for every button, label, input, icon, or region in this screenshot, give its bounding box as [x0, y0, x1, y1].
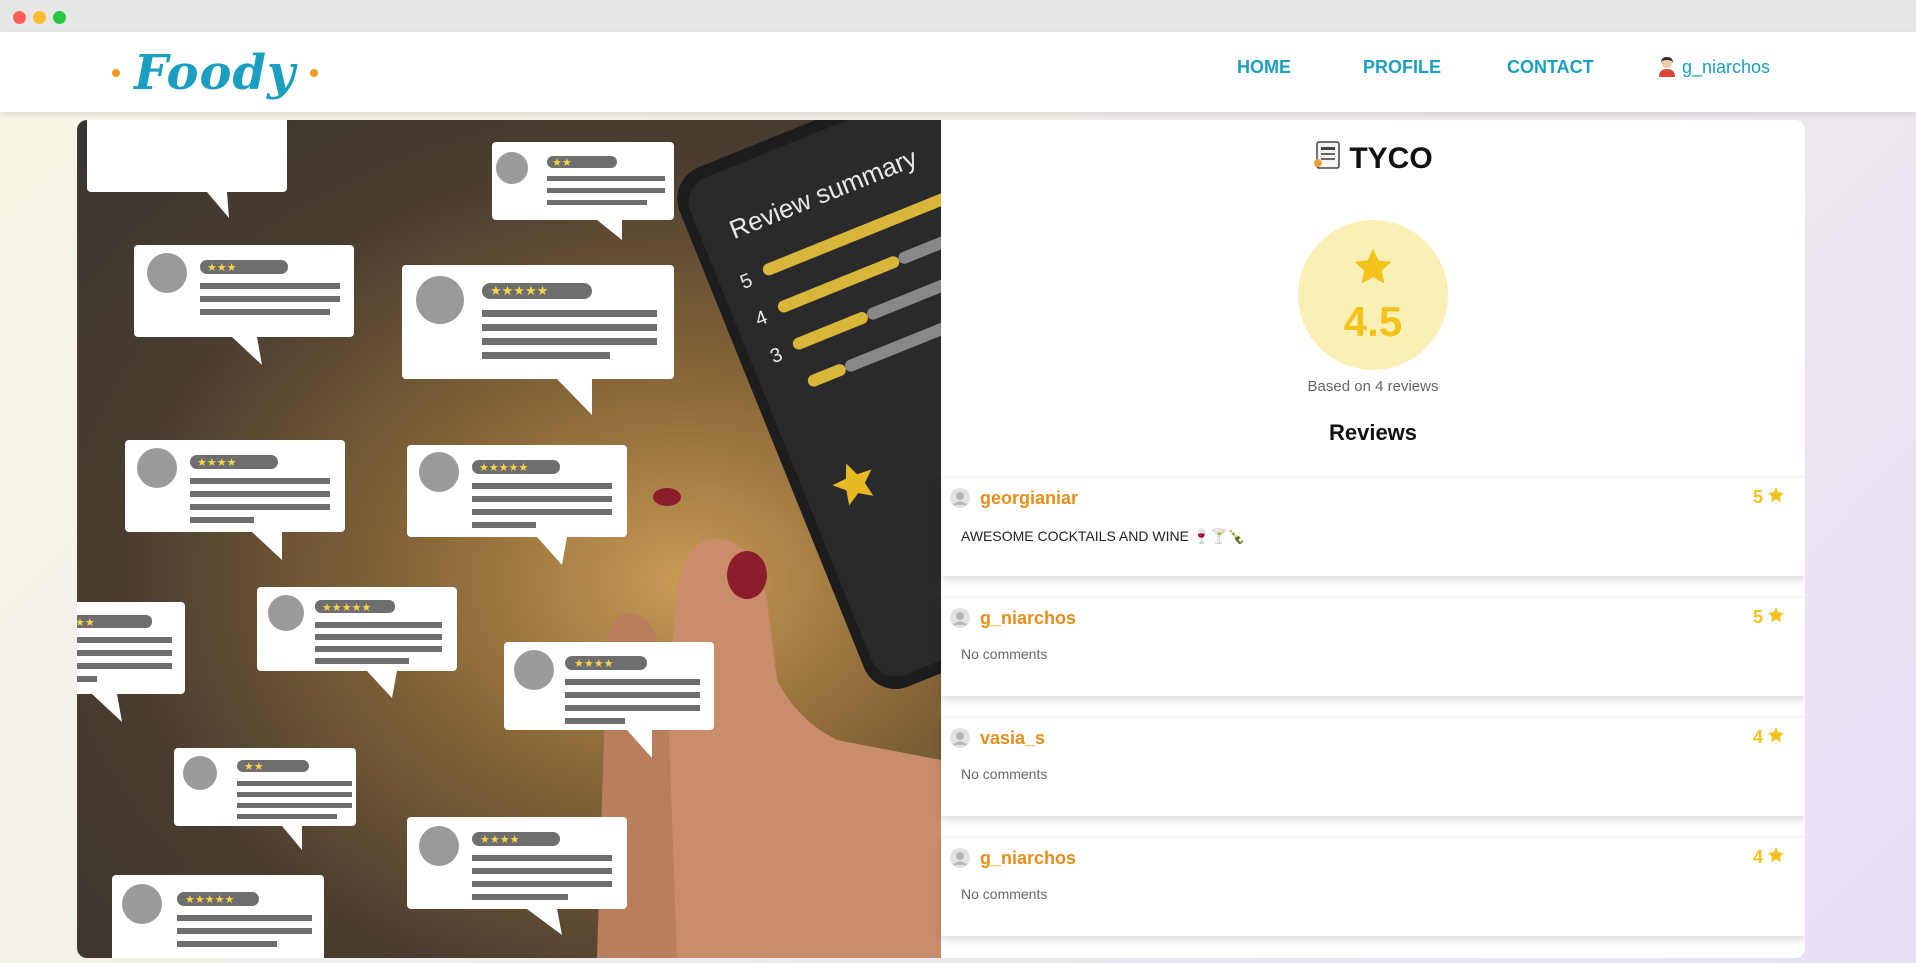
- review-comment: No comments: [961, 886, 1048, 902]
- review-comment: No comments: [961, 646, 1048, 662]
- restaurant-title: TYCO: [941, 140, 1805, 178]
- logo-dot-right: [309, 69, 318, 77]
- reviewer-avatar-icon: [950, 608, 970, 632]
- star-icon: [1767, 486, 1785, 509]
- svg-text:★★★★: ★★★★: [480, 833, 520, 846]
- nav-contact-link[interactable]: CONTACT: [1507, 57, 1594, 78]
- review-score-value: 4: [1752, 847, 1763, 867]
- svg-text:★★★★: ★★★★: [197, 456, 237, 469]
- review-score: 5: [1753, 486, 1785, 509]
- nav-profile-link[interactable]: PROFILE: [1363, 57, 1441, 78]
- reviews-heading: Reviews: [1328, 420, 1418, 445]
- reviewer-username[interactable]: g_niarchos: [980, 848, 1076, 869]
- svg-text:★★: ★★: [552, 156, 572, 169]
- navbar: Foody HOME PROFILE CONTACT g_niarchos: [0, 32, 1916, 112]
- average-rating-value: 4.5: [1343, 298, 1403, 345]
- maximize-window-button[interactable]: [53, 11, 66, 24]
- hero-image: Review summary 5 4 3 ★★ ★★★ ★★★★★ ★★★★ ★…: [77, 120, 941, 958]
- reviewer-avatar-icon: [950, 728, 970, 752]
- nav-username: g_niarchos: [1682, 56, 1771, 77]
- star-icon: [1767, 726, 1785, 749]
- reviewer-username[interactable]: georgianiar: [980, 488, 1078, 509]
- foody-logo[interactable]: Foody: [112, 38, 318, 108]
- minimize-window-button[interactable]: [33, 11, 46, 24]
- review-card: g_niarchos 5 No comments: [941, 598, 1805, 696]
- review-score-value: 5: [1752, 607, 1763, 627]
- review-score: 5: [1753, 606, 1785, 629]
- average-rating-badge: 4.5: [1298, 220, 1448, 370]
- restaurant-name: TYCO: [1349, 142, 1433, 175]
- restaurant-details-panel: TYCO 4.5 Based on 4 reviews Reviews geor…: [941, 120, 1805, 958]
- reviewer-username[interactable]: vasia_s: [980, 728, 1045, 749]
- svg-text:★★: ★★: [77, 616, 95, 629]
- svg-text:★★: ★★: [244, 760, 264, 773]
- review-score: 4: [1753, 726, 1785, 749]
- review-collage-illustration: Review summary 5 4 3 ★★ ★★★ ★★★★★ ★★★★ ★…: [77, 120, 941, 958]
- svg-text:★★★★★: ★★★★★: [479, 461, 528, 474]
- svg-text:★★★: ★★★: [207, 261, 237, 274]
- svg-text:★★★★: ★★★★: [574, 657, 614, 670]
- review-card: g_niarchos 4 No comments: [941, 838, 1805, 936]
- restaurant-card: Review summary 5 4 3 ★★ ★★★ ★★★★★ ★★★★ ★…: [77, 120, 1805, 958]
- review-score-value: 4: [1752, 727, 1763, 747]
- logo-dot-left: [112, 69, 120, 77]
- reviewer-avatar-icon: [950, 848, 970, 872]
- star-icon: [1767, 846, 1785, 869]
- svg-text:★★★★★: ★★★★★: [490, 284, 548, 299]
- review-score-value: 5: [1752, 487, 1763, 507]
- review-comment: No comments: [961, 766, 1048, 782]
- star-icon: [1767, 606, 1785, 629]
- user-avatar-icon: [1658, 56, 1676, 78]
- reviewer-avatar-icon: [950, 488, 970, 512]
- window-titlebar: [0, 0, 1916, 32]
- nav-user-link[interactable]: g_niarchos: [1658, 56, 1770, 78]
- reviewer-username[interactable]: g_niarchos: [980, 608, 1076, 629]
- logo-text: Foody: [134, 45, 296, 101]
- close-window-button[interactable]: [13, 11, 26, 24]
- review-count-text: Based on 4 reviews: [1307, 378, 1439, 395]
- review-score: 4: [1753, 846, 1785, 869]
- menu-card-icon: [1313, 140, 1341, 178]
- svg-text:★★★★★: ★★★★★: [185, 893, 234, 906]
- star-icon: [1352, 246, 1394, 292]
- review-card: georgianiar 5 AWESOME COCKTAILS AND WINE…: [941, 478, 1805, 576]
- nav-home-link[interactable]: HOME: [1237, 57, 1291, 78]
- svg-text:★★★★★: ★★★★★: [322, 601, 371, 614]
- review-card: vasia_s 4 No comments: [941, 718, 1805, 816]
- review-comment: AWESOME COCKTAILS AND WINE 🍷🍸🍾: [961, 528, 1246, 544]
